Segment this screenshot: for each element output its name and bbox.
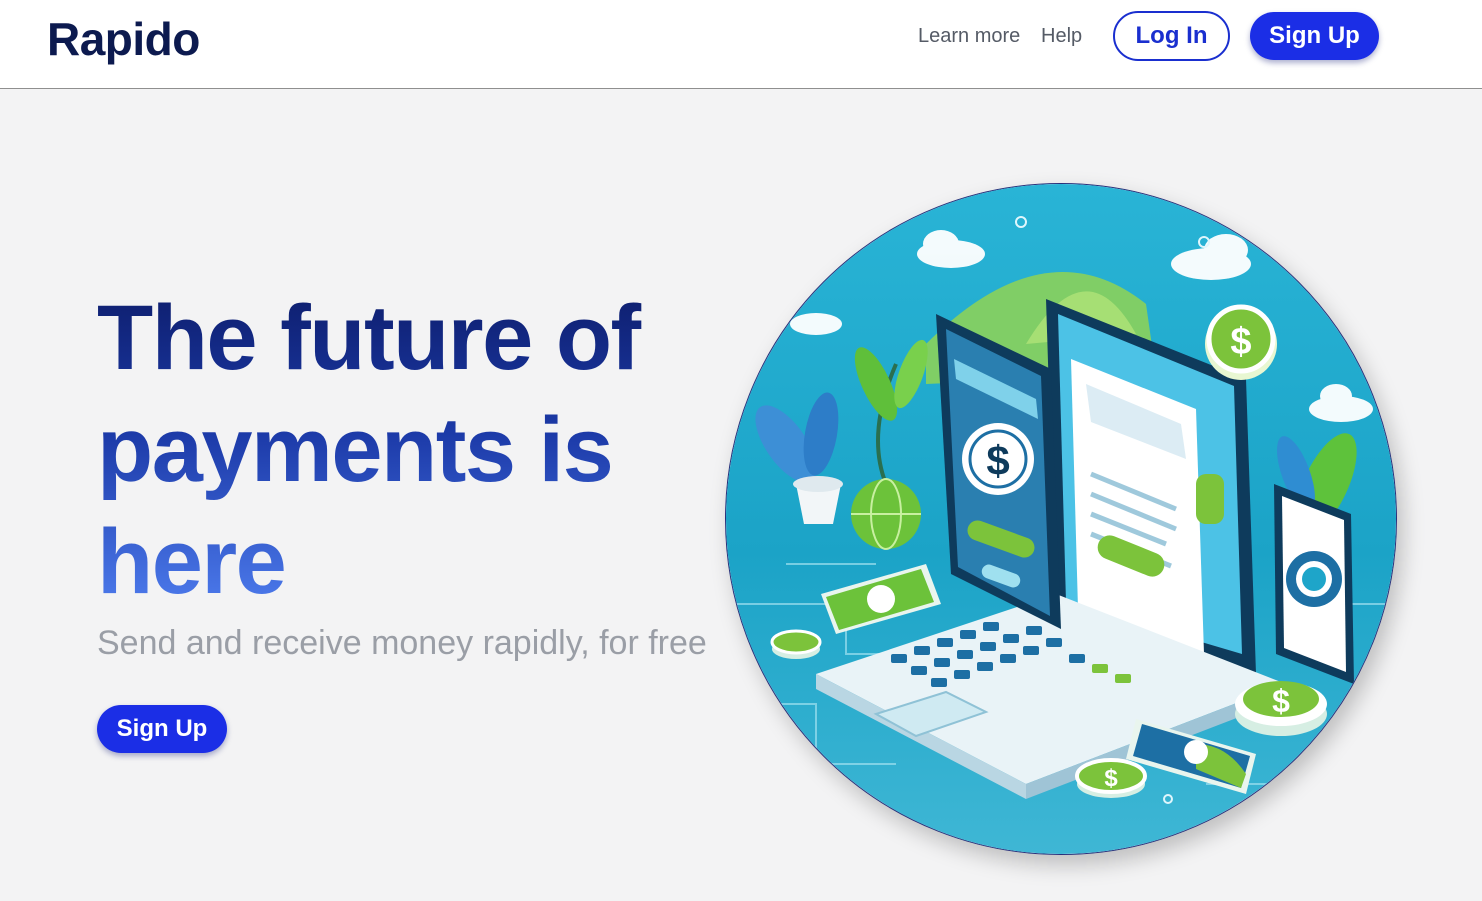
hero-subtitle: Send and receive money rapidly, for free [97, 624, 707, 662]
svg-text:$: $ [1104, 765, 1118, 792]
coin-icon: $ [1235, 681, 1327, 736]
navbar: Rapido Learn more Help Log In Sign Up [0, 0, 1482, 89]
signup-nav-button[interactable]: Sign Up [1250, 12, 1379, 60]
hero-title-line: here [97, 511, 286, 613]
hero-title-line: The future of [97, 287, 640, 389]
help-link[interactable]: Help [1041, 25, 1082, 48]
svg-text:$: $ [1230, 321, 1251, 363]
phone-icon [1274, 484, 1354, 684]
signup-hero-button[interactable]: Sign Up [97, 705, 227, 753]
svg-text:$: $ [1272, 683, 1290, 719]
login-button[interactable]: Log In [1113, 11, 1230, 61]
learn-more-link[interactable]: Learn more [918, 25, 1020, 48]
hero-title-line: payments is [97, 399, 613, 501]
hero-title: The future of payments is here [97, 282, 737, 618]
coin-icon: $ [1205, 304, 1277, 380]
logo[interactable]: Rapido [47, 12, 200, 66]
dollar-icon: $ [986, 437, 1009, 484]
payment-illustration: $ $ $ $ [725, 183, 1397, 855]
